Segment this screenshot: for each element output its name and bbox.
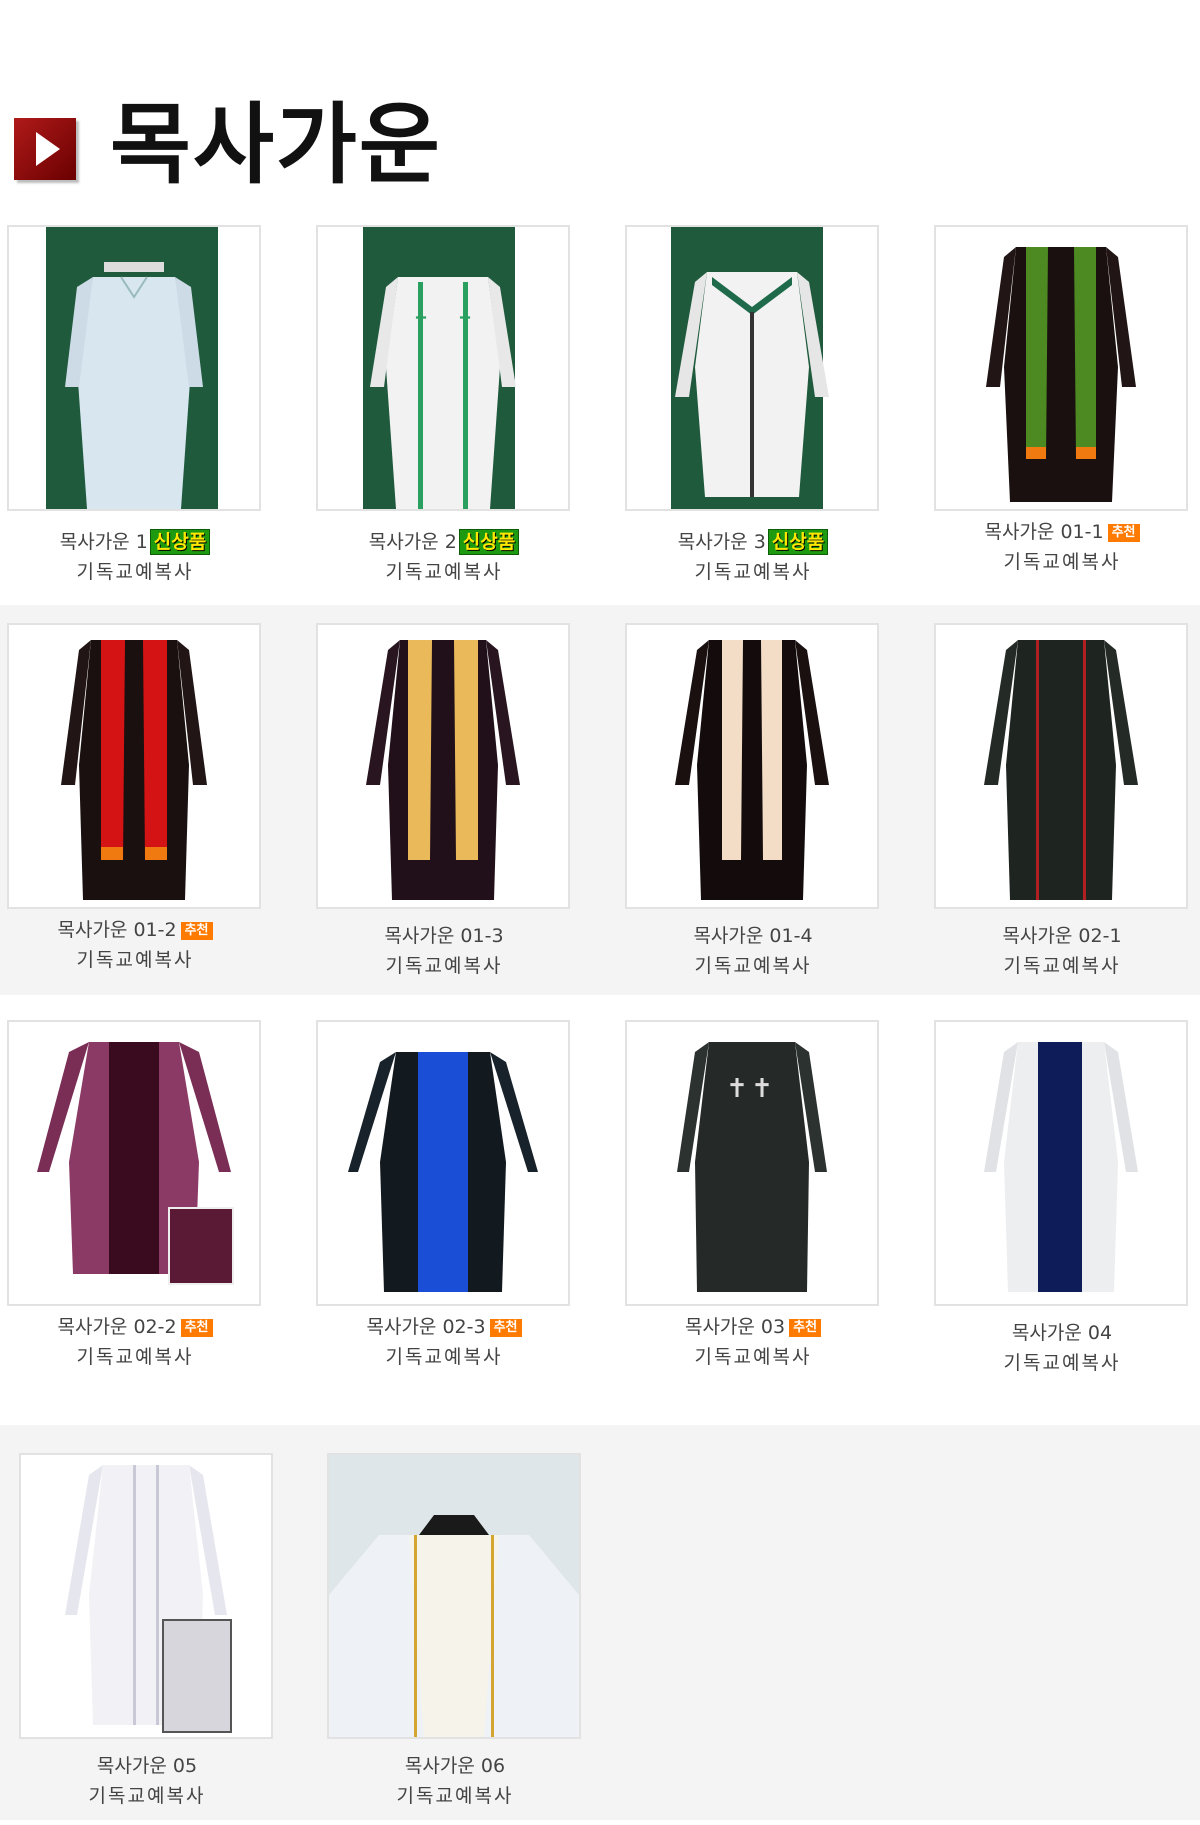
product-row-2: 목사가운 01-2 추천 기독교예복사 목사가운 01-3 기독교예복사 목사가… (0, 605, 1200, 995)
product-row-4: 목사가운 05 기독교예복사 목사가운 06 기독교예복사 (0, 1425, 1200, 1820)
product-title[interactable]: 목사가운 2 신상품 (316, 527, 572, 555)
product-seller: 기독교예복사 (1003, 955, 1121, 977)
product-image[interactable] (934, 225, 1188, 511)
product-title[interactable]: 목사가운 01-4 (625, 921, 881, 948)
product-title[interactable]: 목사가운 02-1 (934, 921, 1190, 948)
product-title[interactable]: 목사가운 01-2 추천 (7, 915, 263, 942)
product-row-1: 목사가운 1신상품 기독교예복사 ✝ ✝ 목사가운 2신상품 기독교예복사 (0, 220, 1200, 605)
product-row-3: 목사가운 02-2 추천 기독교예복사 목사가운 02-3 추천 기독교예복사 ✝ … (0, 995, 1200, 1425)
recommended-badge: 추천 (1107, 523, 1140, 542)
page-header: 목사가운 (0, 90, 1200, 200)
product-image[interactable] (625, 225, 879, 511)
product-image[interactable]: ✝ ✝ (316, 225, 570, 511)
product-image[interactable] (7, 623, 261, 909)
product-image[interactable]: ✝ ✝ (625, 1020, 879, 1306)
product-seller: 기독교예복사 (76, 949, 194, 971)
svg-text:✝: ✝ (413, 308, 430, 332)
recommended-badge: 추천 (789, 1318, 822, 1337)
page-title: 목사가운 (110, 93, 442, 196)
new-product-badge: 신상품 (458, 529, 520, 555)
product-image[interactable] (316, 623, 570, 909)
recommended-badge: 추천 (489, 1318, 522, 1337)
product-title[interactable]: 목사가운 02-3 추천 (316, 1312, 572, 1339)
product-title[interactable]: 목사가운 06 (327, 1751, 583, 1778)
product-seller: 기독교예복사 (76, 1346, 194, 1368)
new-product-badge: 신상품 (149, 529, 211, 555)
product-seller: 기독교예복사 (1003, 1352, 1121, 1374)
product-title[interactable]: 목사가운 03 추천 (625, 1312, 881, 1339)
product-image[interactable] (934, 1020, 1188, 1306)
product-seller: 기독교예복사 (396, 1785, 514, 1807)
product-image[interactable] (625, 623, 879, 909)
product-title[interactable]: 목사가운 01-3 (316, 921, 572, 948)
svg-text:✝: ✝ (457, 308, 474, 332)
product-seller: 기독교예복사 (76, 561, 194, 583)
svg-text:✝: ✝ (751, 1074, 773, 1104)
product-seller: 기독교예복사 (385, 955, 503, 977)
play-arrow-icon (14, 118, 76, 180)
product-image[interactable] (19, 1453, 273, 1739)
product-seller: 기독교예복사 (694, 561, 812, 583)
product-title[interactable]: 목사가운 1 신상품 (7, 527, 263, 555)
product-image[interactable] (327, 1453, 581, 1739)
product-image[interactable] (316, 1020, 570, 1306)
product-seller: 기독교예복사 (1003, 551, 1121, 573)
product-seller: 기독교예복사 (385, 1346, 503, 1368)
svg-text:✝: ✝ (726, 1074, 748, 1104)
product-seller: 기독교예복사 (694, 1346, 812, 1368)
new-product-badge: 신상품 (767, 529, 829, 555)
product-seller: 기독교예복사 (88, 1785, 206, 1807)
product-seller: 기독교예복사 (385, 561, 503, 583)
product-title[interactable]: 목사가운 3 신상품 (625, 527, 881, 555)
product-title[interactable]: 목사가운 02-2 추천 (7, 1312, 263, 1339)
recommended-badge: 추천 (180, 1318, 213, 1337)
product-title[interactable]: 목사가운 04 (934, 1318, 1190, 1345)
product-title[interactable]: 목사가운 01-1 추천 (934, 517, 1190, 544)
product-image[interactable] (7, 225, 261, 511)
product-seller: 기독교예복사 (694, 955, 812, 977)
product-title[interactable]: 목사가운 05 (19, 1751, 275, 1778)
product-image[interactable] (934, 623, 1188, 909)
recommended-badge: 추천 (180, 921, 213, 940)
product-image[interactable] (7, 1020, 261, 1306)
